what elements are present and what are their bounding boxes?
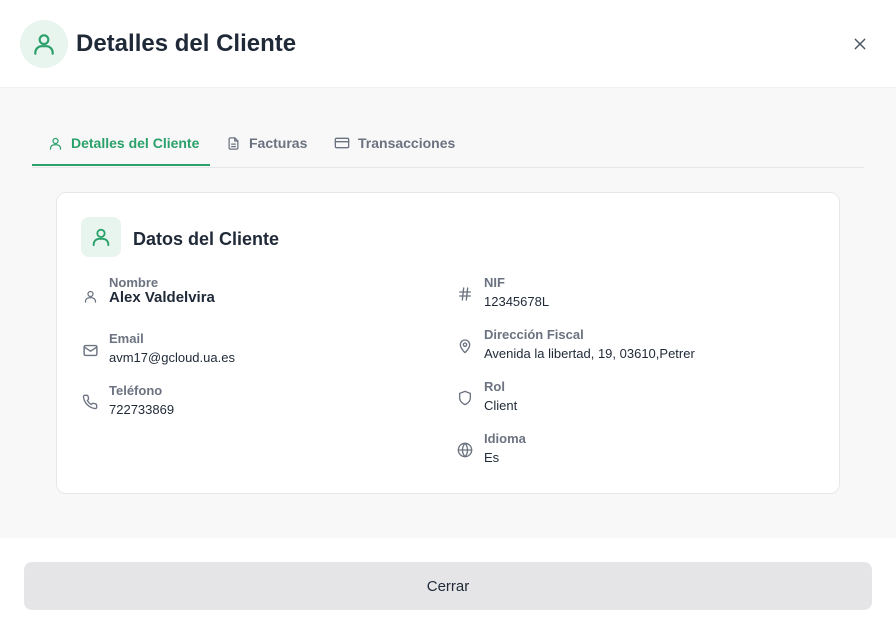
active-tab-indicator — [32, 164, 210, 166]
field-value: Es — [484, 450, 500, 465]
document-icon — [228, 136, 239, 150]
field-label: Email — [109, 331, 144, 346]
tab-label: Detalles del Cliente — [71, 135, 200, 151]
close-button[interactable] — [848, 32, 872, 56]
field-value: avm17@gcloud.ua.es — [109, 350, 235, 365]
globe-icon — [456, 441, 474, 459]
field-rol: Rol Client — [456, 379, 816, 419]
field-label: Dirección Fiscal — [484, 327, 584, 342]
field-value: Alex Valdelvira — [109, 289, 215, 306]
shield-icon — [456, 389, 474, 407]
user-icon — [49, 137, 62, 150]
close-icon — [854, 38, 866, 50]
field-nif: NIF 12345678L — [456, 275, 816, 315]
field-label: Idioma — [484, 431, 526, 446]
field-nombre: Nombre Alex Valdelvira — [81, 275, 421, 315]
field-label: Rol — [484, 379, 505, 394]
field-label: Teléfono — [109, 383, 163, 398]
dialog-header: Detalles del Cliente — [0, 0, 896, 88]
mail-icon — [81, 341, 99, 359]
tab-transacciones[interactable]: Transacciones — [334, 119, 455, 167]
field-value: 12345678L — [484, 294, 550, 309]
user-icon — [81, 287, 99, 305]
field-value: 722733869 — [109, 402, 175, 417]
field-label: Nombre — [109, 275, 159, 290]
tab-detalles-del-cliente[interactable]: Detalles del Cliente — [48, 119, 199, 167]
field-value: Avenida la libertad, 19, 03610,Petrer — [484, 346, 695, 361]
field-label: NIF — [484, 275, 505, 290]
tab-facturas[interactable]: Facturas — [226, 119, 307, 167]
field-value: Client — [484, 398, 518, 413]
user-icon — [81, 217, 121, 257]
close-dialog-button[interactable]: Cerrar — [24, 562, 872, 610]
dialog-title: Detalles del Cliente — [76, 30, 297, 57]
client-data-card: Datos del Cliente Nombre Alex Valdelvira… — [56, 192, 840, 494]
dialog-footer: Cerrar — [0, 538, 896, 634]
user-icon — [20, 20, 68, 68]
field-direccion-fiscal: Dirección Fiscal Avenida la libertad, 19… — [456, 327, 816, 367]
credit-card-icon — [334, 137, 350, 149]
map-pin-icon — [456, 337, 474, 355]
field-email: Email avm17@gcloud.ua.es — [81, 331, 421, 371]
field-telefono: Teléfono 722733869 — [81, 383, 421, 423]
hash-icon — [456, 285, 474, 303]
tab-label: Facturas — [249, 135, 308, 151]
field-idioma: Idioma Es — [456, 431, 816, 471]
tab-label: Transacciones — [358, 135, 456, 151]
card-title: Datos del Cliente — [133, 229, 280, 249]
phone-icon — [81, 393, 99, 411]
tab-bar: Detalles del Cliente Facturas Transaccio… — [32, 119, 864, 168]
